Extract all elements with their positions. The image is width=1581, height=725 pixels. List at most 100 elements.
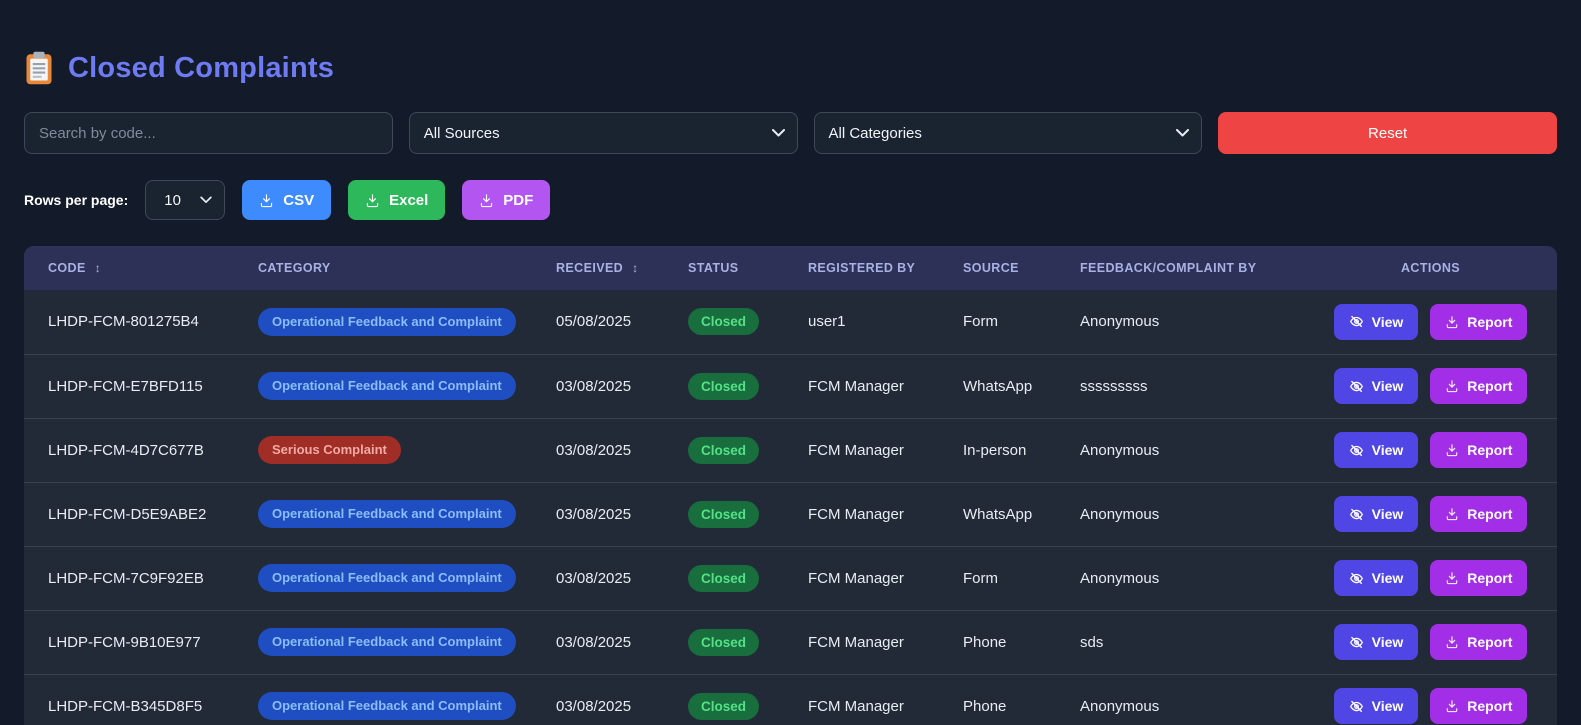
- cell-feedback-by: sds: [1072, 610, 1304, 674]
- cell-category: Operational Feedback and Complaint: [250, 546, 548, 610]
- cell-code: LHDP-FCM-B345D8F5: [24, 674, 250, 725]
- category-badge: Operational Feedback and Complaint: [258, 500, 516, 528]
- eye-icon: [1349, 379, 1364, 394]
- sort-icon[interactable]: ↕: [95, 261, 101, 275]
- report-button[interactable]: Report: [1430, 496, 1527, 532]
- sources-select-value: All Sources: [424, 125, 500, 142]
- filter-bar: All Sources All Categories Reset: [24, 112, 1557, 154]
- view-button[interactable]: View: [1334, 368, 1419, 404]
- eye-icon: [1349, 314, 1364, 329]
- export-excel-button[interactable]: Excel: [348, 180, 445, 220]
- report-button[interactable]: Report: [1430, 304, 1527, 340]
- cell-category: Serious Complaint: [250, 418, 548, 482]
- cell-received: 03/08/2025: [548, 482, 680, 546]
- rows-per-page-select[interactable]: 10: [145, 180, 225, 220]
- export-pdf-button[interactable]: PDF: [462, 180, 550, 220]
- cell-actions: View Report: [1304, 290, 1557, 354]
- view-button[interactable]: View: [1334, 432, 1419, 468]
- cell-registered-by: FCM Manager: [800, 546, 955, 610]
- cell-registered-by: FCM Manager: [800, 674, 955, 725]
- categories-select-value: All Categories: [829, 125, 922, 142]
- cell-actions: View Report: [1304, 674, 1557, 725]
- table-row: LHDP-FCM-801275B4 Operational Feedback a…: [24, 290, 1557, 354]
- cell-source: Form: [955, 290, 1072, 354]
- download-icon: [1445, 379, 1459, 393]
- report-button[interactable]: Report: [1430, 688, 1527, 724]
- download-icon: [1445, 571, 1459, 585]
- column-header-received[interactable]: Received↕: [548, 246, 680, 290]
- page-header: Closed Complaints: [24, 50, 1557, 86]
- status-badge: Closed: [688, 565, 759, 592]
- chevron-down-icon: [1176, 129, 1189, 137]
- chevron-down-icon: [200, 197, 212, 204]
- eye-icon: [1349, 571, 1364, 586]
- report-button[interactable]: Report: [1430, 560, 1527, 596]
- report-button[interactable]: Report: [1430, 624, 1527, 660]
- view-button[interactable]: View: [1334, 304, 1419, 340]
- cell-received: 03/08/2025: [548, 418, 680, 482]
- download-icon: [365, 193, 380, 208]
- toolbar: Rows per page: 10 CSV Excel PDF: [24, 180, 1557, 220]
- rows-per-page-value: 10: [164, 192, 181, 209]
- cell-feedback-by: sssssssss: [1072, 354, 1304, 418]
- column-header-source: Source: [955, 246, 1072, 290]
- view-button[interactable]: View: [1334, 496, 1419, 532]
- view-button[interactable]: View: [1334, 560, 1419, 596]
- cell-registered-by: user1: [800, 290, 955, 354]
- cell-status: Closed: [680, 482, 800, 546]
- report-button[interactable]: Report: [1430, 368, 1527, 404]
- download-icon: [259, 193, 274, 208]
- cell-feedback-by: Anonymous: [1072, 290, 1304, 354]
- cell-code: LHDP-FCM-E7BFD115: [24, 354, 250, 418]
- categories-select[interactable]: All Categories: [814, 112, 1203, 154]
- cell-category: Operational Feedback and Complaint: [250, 610, 548, 674]
- table-row: LHDP-FCM-7C9F92EB Operational Feedback a…: [24, 546, 1557, 610]
- download-icon: [1445, 507, 1459, 521]
- sources-select[interactable]: All Sources: [409, 112, 798, 154]
- column-header-code[interactable]: Code↕: [24, 246, 250, 290]
- status-badge: Closed: [688, 308, 759, 335]
- download-icon: [479, 193, 494, 208]
- clipboard-icon: [24, 50, 54, 86]
- cell-received: 03/08/2025: [548, 354, 680, 418]
- table-row: LHDP-FCM-B345D8F5 Operational Feedback a…: [24, 674, 1557, 725]
- cell-registered-by: FCM Manager: [800, 482, 955, 546]
- report-button[interactable]: Report: [1430, 432, 1527, 468]
- cell-code: LHDP-FCM-4D7C677B: [24, 418, 250, 482]
- view-button[interactable]: View: [1334, 624, 1419, 660]
- rows-per-page-label: Rows per page:: [24, 192, 128, 208]
- complaints-table: Code↕ Category Received↕ Status Register…: [24, 246, 1557, 725]
- cell-status: Closed: [680, 290, 800, 354]
- cell-status: Closed: [680, 354, 800, 418]
- table-row: LHDP-FCM-9B10E977 Operational Feedback a…: [24, 610, 1557, 674]
- complaints-table-card: Code↕ Category Received↕ Status Register…: [24, 246, 1557, 725]
- cell-registered-by: FCM Manager: [800, 610, 955, 674]
- cell-registered-by: FCM Manager: [800, 354, 955, 418]
- cell-received: 05/08/2025: [548, 290, 680, 354]
- cell-actions: View Report: [1304, 418, 1557, 482]
- cell-category: Operational Feedback and Complaint: [250, 354, 548, 418]
- table-row: LHDP-FCM-4D7C677B Serious Complaint 03/0…: [24, 418, 1557, 482]
- table-row: LHDP-FCM-D5E9ABE2 Operational Feedback a…: [24, 482, 1557, 546]
- export-csv-button[interactable]: CSV: [242, 180, 331, 220]
- cell-code: LHDP-FCM-D5E9ABE2: [24, 482, 250, 546]
- status-badge: Closed: [688, 373, 759, 400]
- eye-icon: [1349, 635, 1364, 650]
- cell-status: Closed: [680, 610, 800, 674]
- cell-feedback-by: Anonymous: [1072, 546, 1304, 610]
- status-badge: Closed: [688, 693, 759, 720]
- eye-icon: [1349, 443, 1364, 458]
- category-badge: Operational Feedback and Complaint: [258, 564, 516, 592]
- search-input[interactable]: [24, 112, 393, 154]
- view-button[interactable]: View: [1334, 688, 1419, 724]
- reset-button[interactable]: Reset: [1218, 112, 1557, 154]
- table-header-row: Code↕ Category Received↕ Status Register…: [24, 246, 1557, 290]
- cell-status: Closed: [680, 674, 800, 725]
- sort-icon[interactable]: ↕: [632, 261, 638, 275]
- cell-source: Phone: [955, 674, 1072, 725]
- cell-received: 03/08/2025: [548, 674, 680, 725]
- cell-status: Closed: [680, 418, 800, 482]
- column-header-feedback-by: Feedback/Complaint By: [1072, 246, 1304, 290]
- cell-code: LHDP-FCM-9B10E977: [24, 610, 250, 674]
- column-header-actions: Actions: [1304, 246, 1557, 290]
